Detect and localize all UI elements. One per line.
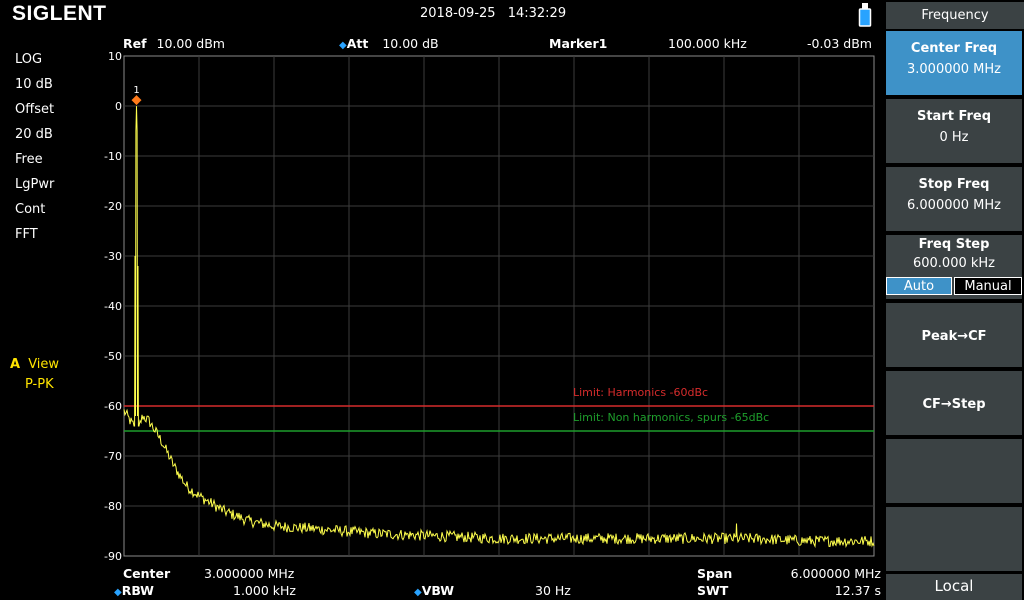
- span-value[interactable]: 6.000000 MHz: [791, 566, 881, 581]
- trace-id: A: [10, 357, 21, 372]
- center-freq-label: Center Freq: [910, 41, 998, 56]
- swt-value: 12.37 s: [834, 583, 881, 598]
- usb-icon: [858, 3, 872, 27]
- offset-label: Offset: [15, 102, 55, 117]
- ref-value: 10.00 dBm: [156, 36, 225, 51]
- marker-readout: Marker1: [549, 36, 607, 51]
- y-tick-label: -60: [104, 400, 122, 413]
- ref-label: Ref: [123, 36, 147, 51]
- rbw-readout[interactable]: ◆RBW: [114, 583, 154, 598]
- trace-status: A View: [10, 357, 59, 372]
- y-tick-label: -50: [104, 350, 122, 363]
- sweep-type: FFT: [15, 227, 38, 242]
- y-tick-label: -70: [104, 450, 122, 463]
- freq-step-manual-toggle[interactable]: Manual: [954, 277, 1022, 295]
- menu-title: Frequency: [886, 2, 1024, 29]
- y-tick-label: 10: [108, 50, 122, 63]
- marker-label: Marker1: [549, 36, 608, 51]
- empty-softkey-2[interactable]: [886, 507, 1022, 571]
- y-tick-label: -20: [104, 200, 122, 213]
- y-tick-labels: 10 0 -10 -20 -30 -40 -50 -60 -70 -80 -90: [104, 50, 122, 563]
- empty-softkey-1[interactable]: [886, 439, 1022, 503]
- local-button[interactable]: Local: [886, 574, 1022, 600]
- att-label: Att: [346, 36, 369, 51]
- stop-freq-label: Stop Freq: [918, 177, 990, 192]
- trace-detector: P-PK: [25, 377, 54, 392]
- vbw-readout[interactable]: ◆VBW: [414, 583, 454, 598]
- trace-mode: View: [28, 357, 60, 372]
- rbw-diamond-icon: ◆: [114, 587, 122, 598]
- vbw-diamond-icon: ◆: [414, 587, 422, 598]
- y-tick-label: -30: [104, 250, 122, 263]
- limit-line-label: Limit: Non harmonics, spurs -65dBc: [573, 411, 769, 424]
- freq-step-value: 600.000 kHz: [912, 256, 996, 271]
- spectrum-plot[interactable]: 10 0 -10 -20 -30 -40 -50 -60 -70 -80 -90 Limit: Ha…: [104, 50, 875, 563]
- stop-freq-softkey[interactable]: Stop Freq 6.000000 MHz: [886, 167, 1022, 231]
- trigger-mode: Free: [15, 152, 43, 167]
- swt-label: SWT: [697, 583, 728, 598]
- center-value[interactable]: 3.000000 MHz: [204, 566, 294, 581]
- peak-to-cf-label: Peak→CF: [921, 329, 987, 344]
- ref-level[interactable]: Ref 10.00 dBm: [123, 36, 225, 51]
- center-label-text: Center: [123, 566, 171, 581]
- center-freq-value: 3.000000 MHz: [907, 62, 1001, 77]
- marker-freq: 100.000 kHz: [668, 36, 747, 51]
- y-tick-label: -80: [104, 500, 122, 513]
- freq-step-auto-toggle[interactable]: Auto: [886, 277, 952, 295]
- cf-to-step-label: CF→Step: [922, 397, 986, 412]
- scale-type: LOG: [15, 52, 43, 67]
- sweep-mode: Cont: [15, 202, 46, 217]
- freq-step-label: Freq Step: [918, 237, 990, 252]
- att-value: 10.00 dB: [382, 36, 439, 51]
- stop-freq-value: 6.000000 MHz: [907, 198, 1001, 213]
- y-tick-label: -10: [104, 150, 122, 163]
- span-label-text: Span: [697, 566, 733, 581]
- brand-logo: SIGLENT: [12, 2, 107, 25]
- center-label: Center: [123, 566, 170, 581]
- y-tick-label: -40: [104, 300, 122, 313]
- detector-mode: LgPwr: [15, 177, 55, 192]
- start-freq-softkey[interactable]: Start Freq 0 Hz: [886, 99, 1022, 163]
- start-freq-value: 0 Hz: [939, 130, 969, 145]
- vbw-value: 30 Hz: [535, 583, 571, 598]
- center-freq-softkey[interactable]: Center Freq 3.000000 MHz: [886, 31, 1022, 95]
- time: 14:32:29: [507, 6, 567, 21]
- vbw-label: VBW: [421, 583, 455, 598]
- marker-number: 1: [133, 85, 139, 96]
- marker-level: -0.03 dBm: [806, 36, 872, 51]
- start-freq-label: Start Freq: [916, 109, 992, 124]
- attenuation[interactable]: ◆Att 10.00 dB: [339, 36, 439, 51]
- att-diamond-icon: ◆: [339, 40, 347, 51]
- span-label: Span: [697, 566, 732, 581]
- date-time: 2018-09-25 14:32:29: [420, 6, 566, 21]
- scale-div: 10 dB: [15, 77, 53, 92]
- offset-value: 20 dB: [15, 127, 53, 142]
- limit-line-label: Limit: Harmonics -60dBc: [573, 386, 708, 399]
- rbw-label: RBW: [121, 583, 154, 598]
- rbw-value: 1.000 kHz: [233, 583, 296, 598]
- date: 2018-09-25: [420, 6, 496, 21]
- y-tick-label: 0: [115, 100, 122, 113]
- cf-to-step-softkey[interactable]: CF→Step: [886, 371, 1022, 435]
- swt-label-text: SWT: [697, 583, 729, 598]
- peak-to-cf-softkey[interactable]: Peak→CF: [886, 303, 1022, 367]
- y-tick-label: -90: [104, 550, 122, 563]
